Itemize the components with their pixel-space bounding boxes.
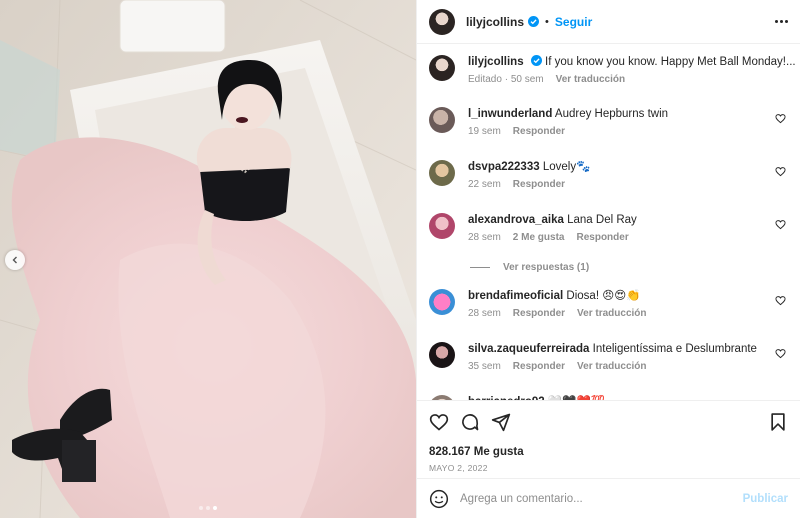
post-header: lilyjcollins • Seguir <box>417 0 800 44</box>
emoji-icon[interactable] <box>429 489 449 509</box>
comment-input[interactable] <box>460 492 743 505</box>
caption-username[interactable]: lilyjcollins <box>468 56 524 68</box>
likes-count[interactable]: 828.167 Me gusta <box>429 446 788 458</box>
view-replies-label: Ver respuestas (1) <box>503 262 590 273</box>
chevron-left-icon <box>12 256 17 264</box>
caption-edited-label: Editado <box>468 74 502 85</box>
comment-age: 22 sem <box>468 179 501 190</box>
author-avatar[interactable] <box>429 8 455 35</box>
comment-username[interactable]: barrianedro92 <box>468 396 545 400</box>
verified-badge-icon <box>528 16 540 27</box>
comment-username[interactable]: silva.zaqueuferreirada <box>468 343 589 355</box>
post-photo <box>0 0 416 518</box>
comment-text: Lovely🐾 <box>542 161 591 173</box>
commenter-avatar[interactable] <box>429 289 455 315</box>
carousel-indicator <box>199 506 217 510</box>
comment-like-heart-icon[interactable] <box>775 219 786 230</box>
post-caption: lilyjcollins If you know you know. Happy… <box>429 55 796 85</box>
comment-likes-count[interactable]: 2 Me gusta <box>513 232 565 243</box>
post-details-panel: lilyjcollins • Seguir lilyjcollins If yo… <box>416 0 800 518</box>
comment-like-heart-icon[interactable] <box>775 166 786 177</box>
translate-link[interactable]: Ver traducción <box>577 308 646 319</box>
comment-username[interactable]: brendafimeoficial <box>468 290 563 302</box>
comment-text: Lana Del Ray <box>567 214 637 226</box>
commenter-avatar[interactable] <box>429 160 455 186</box>
comment-like-heart-icon[interactable] <box>775 348 786 359</box>
comment-age: 28 sem <box>468 232 501 243</box>
caption-age: 50 sem <box>510 74 544 85</box>
post-date: MAYO 2, 2022 <box>429 463 488 473</box>
comment-username[interactable]: dsvpa222333 <box>468 161 540 173</box>
comment-text: 🤍🖤❤️💯 <box>548 396 605 400</box>
comments-list[interactable]: lilyjcollins If you know you know. Happy… <box>417 44 800 400</box>
comment-composer: Publicar <box>417 478 800 518</box>
share-icon[interactable] <box>491 412 511 432</box>
translate-link[interactable]: Ver traducción <box>577 361 646 372</box>
comment-text: Diosa! 😠😍👏 <box>566 290 641 302</box>
comment-text: Audrey Hepburns twin <box>554 108 669 120</box>
follow-button[interactable]: Seguir <box>555 15 592 29</box>
reply-button[interactable]: Responder <box>513 308 565 319</box>
comment-item: l_inwunderland Audrey Hepburns twin 19 s… <box>429 107 788 137</box>
reply-button[interactable]: Responder <box>513 361 565 372</box>
header-separator: • <box>545 15 549 28</box>
commenter-avatar[interactable] <box>429 213 455 239</box>
comment-item: barrianedro92 🤍🖤❤️💯 <box>429 395 788 400</box>
heart-icon[interactable] <box>429 412 449 432</box>
comment-item: silva.zaqueuferreirada Inteligentíssima … <box>429 342 788 372</box>
post-actions: 828.167 Me gusta MAYO 2, 2022 <box>417 400 800 478</box>
carousel-dot <box>206 506 210 510</box>
commenter-avatar[interactable] <box>429 107 455 133</box>
caption-translate-link[interactable]: Ver traducción <box>556 74 625 85</box>
author-username[interactable]: lilyjcollins <box>466 15 524 29</box>
comment-like-heart-icon[interactable] <box>775 113 786 124</box>
comment-icon[interactable] <box>460 412 480 432</box>
reply-button[interactable]: Responder <box>513 179 565 190</box>
carousel-prev-button[interactable] <box>5 250 25 270</box>
comment-like-heart-icon[interactable] <box>775 295 786 306</box>
comment-item: dsvpa222333 Lovely🐾 22 sem Responder <box>429 160 788 190</box>
comment-age: 28 sem <box>468 308 501 319</box>
commenter-avatar[interactable] <box>429 342 455 368</box>
more-options-icon[interactable] <box>775 20 788 23</box>
caption-text: If you know you know. Happy Met Ball Mon… <box>545 56 796 68</box>
photo-scene <box>0 0 416 518</box>
caption-avatar[interactable] <box>429 55 455 81</box>
bookmark-icon[interactable] <box>768 412 788 432</box>
comment-age: 19 sem <box>468 126 501 137</box>
replies-divider <box>470 267 490 268</box>
comment-item: brendafimeoficial Diosa! 😠😍👏 28 sem Resp… <box>429 289 788 319</box>
commenter-avatar[interactable] <box>429 395 455 400</box>
view-replies-button[interactable]: Ver respuestas (1) <box>470 262 788 273</box>
comment-text: Inteligentíssima e Deslumbrante <box>592 343 757 355</box>
reply-button[interactable]: Responder <box>576 232 628 243</box>
verified-badge-icon <box>530 55 542 66</box>
publish-button[interactable]: Publicar <box>743 493 788 505</box>
comment-username[interactable]: l_inwunderland <box>468 108 552 120</box>
carousel-dot-active <box>213 506 217 510</box>
comment-item: alexandrova_aika Lana Del Ray 28 sem 2 M… <box>429 213 788 243</box>
carousel-dot <box>199 506 203 510</box>
comment-username[interactable]: alexandrova_aika <box>468 214 564 226</box>
reply-button[interactable]: Responder <box>513 126 565 137</box>
comment-age: 35 sem <box>468 361 501 372</box>
